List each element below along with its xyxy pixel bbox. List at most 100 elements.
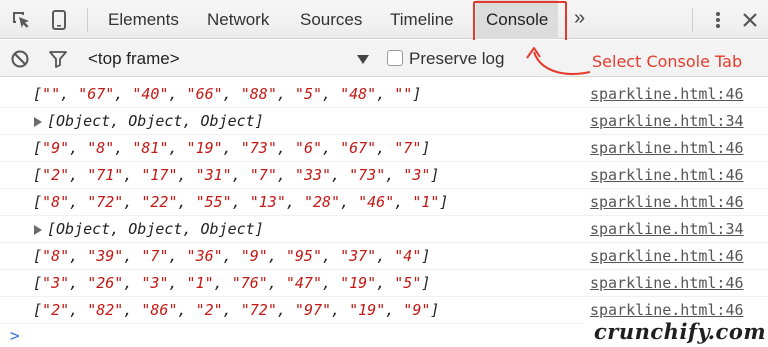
array-string-value: 9 — [249, 247, 259, 265]
console-message: ["8", "39", "7", "36", "9", "95", "37", … — [33, 247, 431, 265]
console-message: ["9", "8", "81", "19", "73", "6", "67", … — [33, 139, 431, 157]
clear-console-icon[interactable] — [10, 49, 30, 69]
tab-overflow-button[interactable]: » — [574, 0, 585, 39]
source-link[interactable]: sparkline.html:46 — [590, 85, 744, 103]
devtools-tabbar: Elements Network Sources Timeline Consol… — [0, 0, 768, 42]
array-string-value: 22 — [150, 193, 169, 211]
array-string-value: 47 — [294, 274, 313, 292]
array-string-value: 40 — [141, 85, 160, 103]
close-icon[interactable] — [740, 9, 760, 31]
source-link[interactable]: sparkline.html:46 — [590, 247, 744, 265]
console-prompt[interactable]: > — [10, 326, 20, 345]
source-link[interactable]: sparkline.html:46 — [590, 274, 744, 292]
array-string-value: 67 — [349, 139, 368, 157]
array-string-value: 48 — [349, 85, 368, 103]
array-string-value: 28 — [312, 193, 332, 211]
array-string-value: 19 — [358, 301, 377, 319]
array-string-value: 2 — [51, 166, 61, 184]
array-string-value: 66 — [195, 85, 214, 103]
inspect-element-icon[interactable] — [10, 9, 32, 31]
array-string-value: 76 — [240, 274, 259, 292]
device-mode-icon[interactable] — [48, 9, 70, 31]
watermark-text: crunchify.com — [594, 319, 767, 344]
console-row: [Object, Object, Object] sparkline.html:3… — [0, 216, 768, 243]
tab-timeline[interactable]: Timeline — [390, 0, 454, 39]
array-string-value: 8 — [96, 139, 106, 157]
array-string-value: 2 — [51, 301, 61, 319]
source-link[interactable]: sparkline.html:34 — [590, 112, 744, 130]
array-string-value: 9 — [412, 301, 422, 319]
array-string-value: 4 — [403, 247, 413, 265]
console-output: ["", "67", "40", "66", "88", "5", "48", … — [0, 81, 768, 347]
array-string-value: 7 — [258, 166, 268, 184]
array-string-value: 55 — [204, 193, 223, 211]
array-string-value: 95 — [294, 247, 313, 265]
array-string-value: 8 — [51, 247, 61, 265]
console-row: ["8", "39", "7", "36", "9", "95", "37", … — [0, 243, 768, 270]
tab-network[interactable]: Network — [207, 0, 269, 39]
array-string-value: 37 — [349, 247, 368, 265]
array-string-value: 67 — [87, 85, 106, 103]
source-link[interactable]: sparkline.html:34 — [590, 220, 744, 238]
array-string-value: 2 — [204, 301, 214, 319]
array-string-value: 7 — [403, 139, 413, 157]
array-string-value: 82 — [96, 301, 115, 319]
array-string-value: 71 — [96, 166, 115, 184]
console-row: ["", "67", "40", "66", "88", "5", "48", … — [0, 81, 768, 108]
dropdown-arrow-icon[interactable] — [356, 53, 370, 65]
array-string-value: 46 — [367, 193, 386, 211]
array-string-value: 39 — [96, 247, 115, 265]
console-row: ["9", "8", "81", "19", "73", "6", "67", … — [0, 135, 768, 162]
disclosure-triangle-icon[interactable] — [34, 225, 42, 235]
array-string-value: 72 — [96, 193, 115, 211]
array-string-value: 26 — [96, 274, 115, 292]
frame-select[interactable]: <top frame> — [88, 40, 180, 77]
array-string-value: 13 — [258, 193, 277, 211]
array-string-value: 6 — [303, 139, 313, 157]
console-row: ["8", "72", "22", "55", "13", "28", "46"… — [0, 189, 768, 216]
annotation-text: Select Console Tab — [592, 52, 743, 71]
tab-console[interactable]: Console — [476, 0, 559, 39]
console-row: [Object, Object, Object] sparkline.html:3… — [0, 108, 768, 135]
console-message: ["", "67", "40", "66", "88", "5", "48", … — [33, 85, 422, 103]
console-message: ["3", "26", "3", "1", "76", "47", "19", … — [33, 274, 431, 292]
console-message[interactable]: [Object, Object, Object] — [47, 112, 264, 130]
array-string-value: 1 — [195, 274, 205, 292]
console-message: ["2", "82", "86", "2", "72", "97", "19",… — [33, 301, 440, 319]
array-string-value: 81 — [141, 139, 160, 157]
array-string-value: 73 — [249, 139, 268, 157]
array-string-value: 5 — [303, 85, 313, 103]
preserve-log-label: Preserve log — [409, 49, 505, 68]
tab-sources[interactable]: Sources — [300, 0, 362, 39]
console-message: ["2", "71", "17", "31", "7", "33", "73",… — [33, 166, 440, 184]
array-string-value: 17 — [150, 166, 169, 184]
array-string-value: 97 — [303, 301, 322, 319]
toolbar-divider — [87, 8, 88, 32]
disclosure-triangle-icon[interactable] — [34, 117, 42, 127]
array-string-value: 73 — [358, 166, 377, 184]
source-link[interactable]: sparkline.html:46 — [590, 166, 744, 184]
source-link[interactable]: sparkline.html:46 — [590, 193, 744, 211]
kebab-menu-icon[interactable] — [710, 9, 726, 31]
array-string-value: 72 — [249, 301, 268, 319]
source-link[interactable]: sparkline.html:46 — [590, 301, 744, 319]
array-string-value: 19 — [195, 139, 214, 157]
console-row: ["2", "71", "17", "31", "7", "33", "73",… — [0, 162, 768, 189]
watermark: crunchify.com — [584, 318, 768, 347]
array-string-value: 5 — [403, 274, 413, 292]
console-message[interactable]: [Object, Object, Object] — [47, 220, 264, 238]
source-link[interactable]: sparkline.html:46 — [590, 139, 744, 157]
array-string-value: 33 — [303, 166, 322, 184]
array-string-value: 9 — [51, 139, 61, 157]
array-string-value: 8 — [51, 193, 61, 211]
array-string-value: 3 — [412, 166, 422, 184]
annotation-arrow — [526, 47, 591, 75]
array-string-value: 36 — [195, 247, 214, 265]
array-string-value: 3 — [51, 274, 61, 292]
array-string-value: 31 — [204, 166, 223, 184]
filter-icon[interactable] — [48, 49, 68, 69]
array-string-value: 19 — [349, 274, 368, 292]
tab-elements[interactable]: Elements — [108, 0, 179, 39]
console-message: ["8", "72", "22", "55", "13", "28", "46"… — [33, 193, 449, 211]
preserve-log-checkbox[interactable] — [387, 50, 403, 66]
